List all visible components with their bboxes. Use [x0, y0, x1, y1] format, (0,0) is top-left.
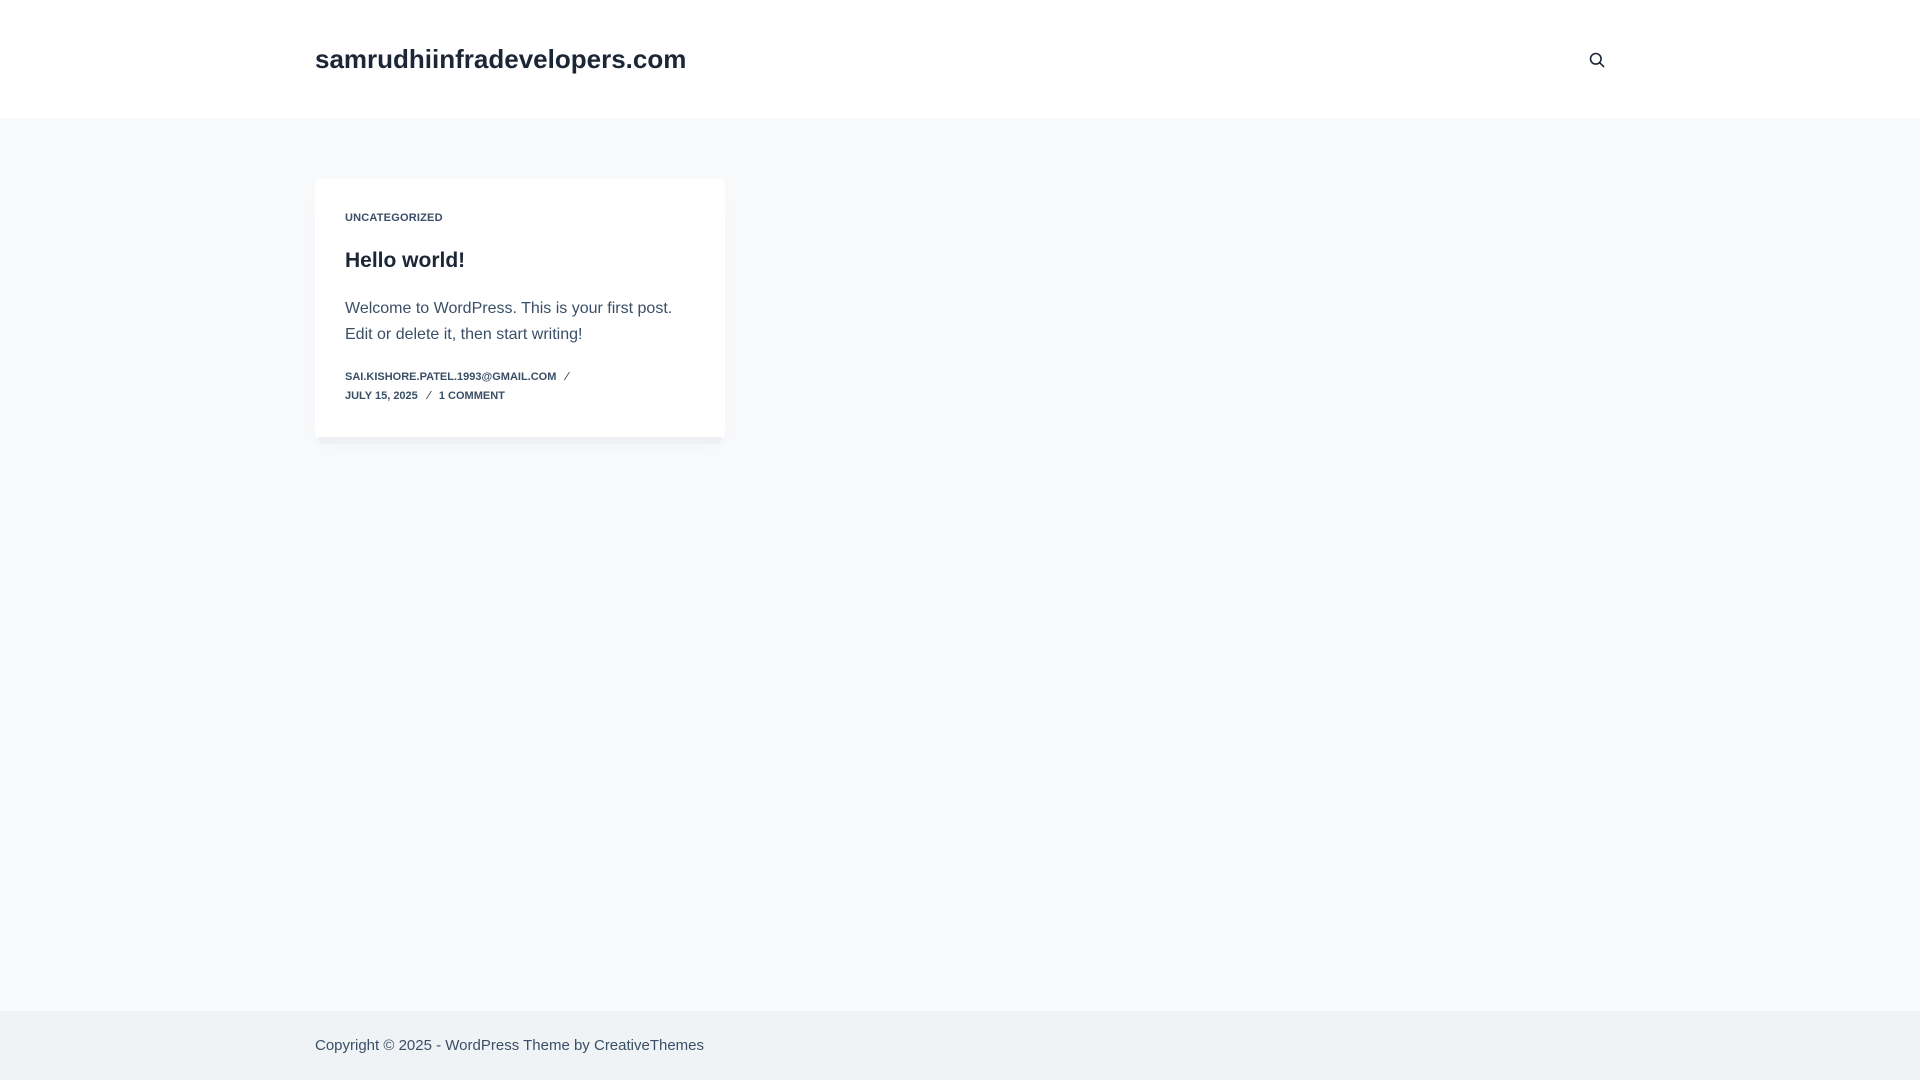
post-meta-row: SAI.KISHORE.PATEL.1993@GMAIL.COM / [345, 371, 577, 383]
card-shadow-divider [319, 437, 721, 444]
post-date: JULY 15, 2025 [345, 390, 418, 402]
post-comments-link[interactable]: 1 COMMENT [439, 390, 505, 402]
post-title-link[interactable]: Hello world! [345, 249, 465, 273]
post-meta-row: JULY 15, 2025 / 1 COMMENT [345, 390, 505, 402]
site-title-link[interactable]: samrudhiinfradevelopers.com [315, 43, 686, 75]
meta-separator: / [424, 390, 433, 402]
copyright-prefix: Copyright © 2025 - [315, 1037, 446, 1054]
search-icon [1589, 52, 1605, 68]
wordpress-theme-link[interactable]: WordPress Theme [445, 1037, 570, 1054]
footer-copyright: Copyright © 2025 - WordPress Theme by Cr… [315, 1037, 704, 1054]
site-footer [0, 1011, 1920, 1080]
creativethemes-link[interactable]: CreativeThemes [594, 1037, 704, 1054]
search-button[interactable] [1586, 49, 1608, 71]
footer-by-text: by [569, 1037, 594, 1054]
post-excerpt: Welcome to WordPress. This is your first… [345, 300, 673, 343]
post-category-link[interactable]: UNCATEGORIZED [345, 212, 443, 224]
meta-separator: / [563, 371, 571, 383]
site-header: samrudhiinfradevelopers.com [0, 0, 1920, 118]
post-author-link[interactable]: SAI.KISHORE.PATEL.1993@GMAIL.COM [345, 371, 556, 383]
